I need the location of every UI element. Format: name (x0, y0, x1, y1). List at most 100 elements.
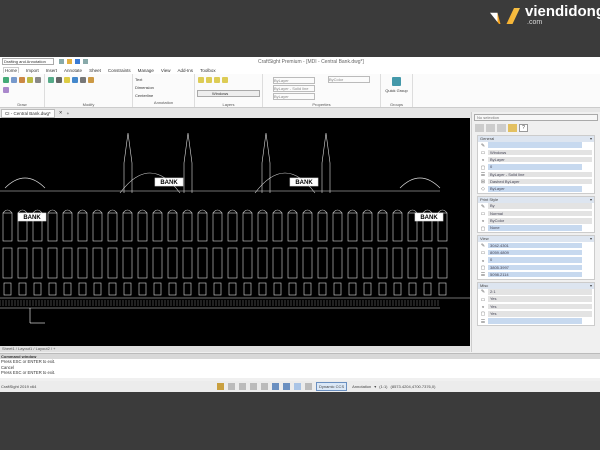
property-row[interactable]: ⊞ Dashed ByLayer (478, 178, 594, 186)
layer-icon[interactable] (206, 77, 212, 83)
quick-group-icon[interactable] (392, 77, 401, 86)
property-row[interactable]: ☰ ByLayer - Solid line (478, 171, 594, 179)
chevron-down-icon[interactable]: ▾ (374, 384, 376, 389)
rectangle-icon[interactable] (35, 77, 41, 83)
layer-icon[interactable] (222, 77, 228, 83)
arc-icon[interactable] (27, 77, 33, 83)
quick-group-button[interactable]: Quick Group (383, 88, 410, 93)
tab-annotate[interactable]: Annotate (64, 68, 82, 73)
property-value[interactable]: Normal (488, 210, 592, 218)
color-select[interactable]: ByLayer (273, 77, 315, 84)
property-row[interactable]: ◒ ByColor (478, 218, 594, 225)
etrack-icon[interactable] (272, 383, 279, 390)
property-row[interactable]: ▢ 0 (478, 164, 594, 171)
filter-icon[interactable] (497, 124, 506, 132)
property-value[interactable]: By (488, 203, 592, 210)
property-row[interactable]: ◒ ByLayer (478, 156, 594, 164)
printstyle-select[interactable]: ByColor (328, 76, 370, 83)
drawing-canvas[interactable]: BANK BANK BANK BANK (0, 118, 470, 346)
copy-icon[interactable] (64, 77, 70, 83)
property-value[interactable]: ByColor (488, 218, 592, 225)
property-row[interactable]: ▭ 8059.4809 (478, 249, 594, 257)
ortho-icon[interactable] (239, 383, 246, 390)
chevron-down-icon[interactable]: ▾ (590, 283, 592, 288)
model-icon[interactable] (305, 383, 312, 390)
lineweight-icon[interactable] (283, 383, 290, 390)
property-value[interactable]: 3805.3997 (488, 264, 582, 272)
array-icon[interactable] (56, 77, 62, 83)
tab-view[interactable]: View (161, 68, 171, 73)
dimension-button[interactable]: Dimension (135, 84, 192, 92)
chevron-down-icon[interactable]: ▾ (590, 136, 592, 141)
property-value[interactable]: 0 (488, 257, 582, 264)
esnap-icon[interactable] (261, 383, 268, 390)
property-value[interactable]: Yes (488, 303, 592, 311)
layer-icon[interactable] (198, 77, 204, 83)
property-row[interactable]: ▭ Normal (478, 210, 594, 218)
open-icon[interactable] (67, 59, 72, 64)
property-value[interactable]: Yes (488, 311, 592, 318)
property-row[interactable]: ▢ 3805.3997 (478, 264, 594, 272)
property-value[interactable]: 5098.2114 (488, 271, 582, 279)
property-value[interactable]: ByLayer (488, 186, 582, 193)
help-icon[interactable]: ? (519, 124, 528, 132)
dynamic-ccs-toggle[interactable]: Dynamic CCS (316, 382, 348, 391)
hatch-icon[interactable] (3, 87, 9, 93)
tab-manage[interactable]: Manage (138, 68, 154, 73)
property-value[interactable]: ByLayer (488, 156, 592, 164)
chevron-down-icon[interactable]: ▾ (590, 236, 592, 241)
tab-add-ins[interactable]: Add-Ins (178, 68, 194, 73)
property-value[interactable]: None (488, 225, 582, 232)
text-button[interactable]: Text (135, 76, 192, 84)
property-row[interactable]: ▭ Windows (478, 149, 594, 157)
property-value[interactable]: 3042.4301 (488, 242, 582, 250)
toggle-icon[interactable] (475, 124, 484, 132)
add-tab-icon[interactable]: + (67, 111, 70, 116)
property-value[interactable]: ByLayer - Solid line (488, 171, 592, 179)
property-row[interactable]: ◒ Yes (478, 303, 594, 311)
line-icon[interactable] (3, 77, 9, 83)
print-icon[interactable] (83, 59, 88, 64)
mirror-icon[interactable] (80, 77, 86, 83)
close-icon[interactable]: ✕ (59, 110, 63, 116)
quick-select-icon[interactable] (508, 124, 517, 132)
tab-insert[interactable]: Insert (46, 68, 57, 73)
tab-import[interactable]: Import (26, 68, 39, 73)
property-value[interactable]: 8059.4809 (488, 249, 582, 257)
property-row[interactable]: ✎ 3042.4301 (478, 242, 594, 250)
property-value[interactable]: 2:1 (488, 289, 592, 296)
annotation-select[interactable]: Annotation (352, 384, 371, 389)
rotate-icon[interactable] (72, 77, 78, 83)
grid-icon[interactable] (228, 383, 235, 390)
linetype-select[interactable]: ByLayer - Solid line (273, 85, 315, 92)
command-window[interactable]: Command window Press ESC or ENTER to exi… (0, 353, 600, 378)
tab-sheet[interactable]: Sheet (89, 68, 101, 73)
tab-constraints[interactable]: Constraints (108, 68, 131, 73)
property-row[interactable]: ☰ 5098.2114 (478, 271, 594, 279)
document-tab[interactable]: CI - Central Bank.dwg* (1, 108, 55, 118)
property-row[interactable]: ✎ (478, 142, 594, 149)
property-row[interactable]: ☰ (478, 318, 594, 325)
select-icon[interactable] (486, 124, 495, 132)
polar-icon[interactable] (250, 383, 257, 390)
tab-home[interactable]: Home (3, 67, 20, 73)
property-row[interactable]: ◒ 0 (478, 257, 594, 264)
workspace-select[interactable]: Drafting and Annotation (2, 58, 54, 65)
property-row[interactable]: ▢ None (478, 225, 594, 232)
layer-select[interactable]: Windows (197, 90, 260, 97)
layer-icon[interactable] (214, 77, 220, 83)
qinput-icon[interactable] (294, 383, 301, 390)
new-icon[interactable] (59, 59, 64, 64)
move-icon[interactable] (48, 77, 54, 83)
property-row[interactable]: ✎ By (478, 203, 594, 210)
layout-tabs[interactable]: Sheet1 / Layout1 / Layout2 / + (0, 346, 470, 352)
selection-dropdown[interactable]: No selection (474, 114, 598, 121)
property-row[interactable]: ✎ 2:1 (478, 289, 594, 296)
polyline-icon[interactable] (11, 77, 17, 83)
chevron-down-icon[interactable]: ▾ (590, 197, 592, 202)
lineweight-select[interactable]: ByLayer (273, 93, 315, 100)
property-row[interactable]: ▢ Yes (478, 311, 594, 318)
property-row[interactable]: ▭ Yes (478, 296, 594, 303)
property-value[interactable]: 0 (488, 164, 582, 171)
trim-icon[interactable] (88, 77, 94, 83)
